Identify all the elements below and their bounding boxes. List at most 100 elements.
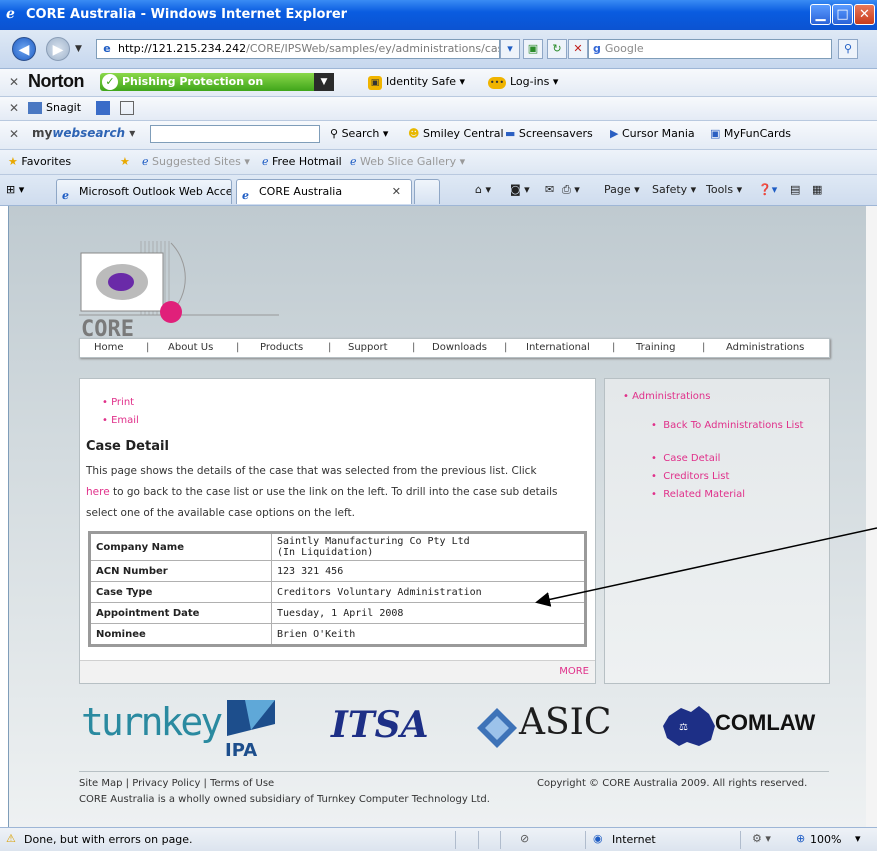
favorites-button[interactable]: ★ Favorites bbox=[8, 155, 71, 168]
url-dropdown-icon[interactable]: ▾ bbox=[500, 39, 520, 59]
protected-mode-icon[interactable]: ⚙ ▾ bbox=[752, 832, 771, 845]
close-toolbar-icon[interactable]: ✕ bbox=[9, 75, 19, 89]
maximize-button[interactable]: □ bbox=[832, 4, 853, 25]
menu-downloads[interactable]: Downloads bbox=[432, 339, 487, 357]
sidebar-item-label: Creditors List bbox=[663, 471, 730, 482]
menu-support[interactable]: Support bbox=[348, 339, 388, 357]
myfuncards-link[interactable]: ▣ MyFunCards bbox=[710, 127, 791, 140]
snagit-capture-icon[interactable] bbox=[96, 101, 110, 115]
asic-logo[interactable]: ASIC bbox=[519, 702, 611, 743]
logins-button[interactable]: ••• Log-ins ▾ bbox=[488, 75, 558, 89]
zoom-icon[interactable]: ⊕ bbox=[796, 832, 805, 845]
menu-international[interactable]: International bbox=[526, 339, 590, 357]
more-link[interactable]: MORE bbox=[559, 666, 589, 677]
menu-products[interactable]: Products bbox=[260, 339, 303, 357]
search-input[interactable]: g Google bbox=[588, 39, 832, 59]
menu-training[interactable]: Training bbox=[636, 339, 675, 357]
help-icon[interactable]: ❓▾ bbox=[758, 183, 777, 196]
history-dropdown-icon[interactable]: ▼ bbox=[75, 44, 82, 54]
turnkey-logo[interactable]: turnkey bbox=[81, 700, 223, 744]
mywebsearch-logo[interactable]: mywebsearch ▾ bbox=[32, 126, 135, 140]
url-input[interactable]: e http://121.215.234.242/CORE/IPSWeb/samp… bbox=[96, 39, 500, 59]
privacy-icon[interactable]: ⊘ bbox=[520, 832, 529, 845]
back-button[interactable]: ◀ bbox=[12, 37, 36, 61]
mail-button[interactable]: ✉ bbox=[545, 183, 554, 196]
snagit-window-icon[interactable] bbox=[120, 101, 134, 115]
check-icon: ✓ bbox=[102, 74, 118, 90]
description-text-2: to go back to the case list or use the l… bbox=[86, 486, 558, 519]
new-tab-button[interactable] bbox=[414, 179, 440, 204]
nominee-label: Nominee bbox=[89, 623, 272, 646]
page-menu[interactable]: Page ▾ bbox=[604, 183, 640, 196]
smiley-central-link[interactable]: ☻ Smiley Central bbox=[408, 127, 504, 140]
star-icon: ★ bbox=[8, 155, 18, 168]
search-placeholder: Google bbox=[604, 42, 644, 55]
search-go-icon[interactable]: ⚲ bbox=[838, 39, 858, 59]
zoom-level[interactable]: 100% bbox=[810, 833, 841, 846]
stop-icon[interactable]: ✕ bbox=[568, 39, 588, 59]
feeds-button[interactable]: ◙ ▾ bbox=[510, 183, 530, 196]
tools-menu[interactable]: Tools ▾ bbox=[706, 183, 742, 196]
warning-icon[interactable]: ⚠ bbox=[6, 832, 16, 845]
close-toolbar-icon[interactable]: ✕ bbox=[9, 127, 19, 141]
itsa-logo[interactable]: ITSA bbox=[331, 704, 429, 746]
onenote-icon[interactable]: ▦ bbox=[812, 183, 822, 196]
sidebar-item-case-detail[interactable]: • Case Detail bbox=[651, 453, 720, 464]
footer-links[interactable]: Site Map | Privacy Policy | Terms of Use bbox=[79, 778, 274, 789]
add-favorite-icon[interactable]: ★ bbox=[120, 155, 130, 168]
sidebar-item-creditors[interactable]: • Creditors List bbox=[651, 471, 729, 482]
screensavers-link[interactable]: ▬ Screensavers bbox=[505, 127, 593, 140]
ipa-logo[interactable]: IPA bbox=[225, 740, 257, 761]
snagit-button[interactable]: Snagit bbox=[28, 101, 81, 114]
mywebsearch-input[interactable] bbox=[150, 125, 320, 143]
smiley-label: Smiley Central bbox=[422, 127, 504, 140]
home-button[interactable]: ⌂ ▾ bbox=[475, 183, 491, 196]
safety-menu[interactable]: Safety ▾ bbox=[652, 183, 696, 196]
company-name-line-2: (In Liquidation) bbox=[277, 547, 374, 558]
forward-button[interactable]: ▶ bbox=[46, 37, 70, 61]
status-divider bbox=[740, 831, 741, 849]
close-toolbar-icon[interactable]: ✕ bbox=[9, 101, 19, 115]
web-slice-gallery-link[interactable]: ℯ Web Slice Gallery ▾ bbox=[350, 155, 465, 168]
vertical-scrollbar[interactable] bbox=[866, 206, 877, 827]
zoom-dropdown-icon[interactable]: ▾ bbox=[855, 832, 861, 845]
minimize-button[interactable]: ▁ bbox=[810, 4, 831, 25]
sidebar-item-related[interactable]: • Related Material bbox=[651, 489, 745, 500]
close-tab-icon[interactable]: ✕ bbox=[392, 180, 401, 203]
email-link[interactable]: • Email bbox=[102, 415, 139, 426]
here-link[interactable]: here bbox=[86, 486, 110, 498]
title-bar: ℯ CORE Australia - Windows Internet Expl… bbox=[0, 0, 877, 30]
compatibility-icon[interactable]: ▣ bbox=[523, 39, 543, 59]
phishing-protection-button[interactable]: ✓ Phishing Protection on ▼ bbox=[100, 73, 334, 91]
menu-about-us[interactable]: About Us bbox=[168, 339, 213, 357]
cursor-mania-link[interactable]: ▶ Cursor Mania bbox=[610, 127, 695, 140]
suggested-sites-link[interactable]: ℯ Suggested Sites ▾ bbox=[142, 155, 250, 168]
menu-home[interactable]: Home bbox=[94, 339, 124, 357]
tab-outlook[interactable]: ℯ Microsoft Outlook Web Access bbox=[56, 179, 232, 204]
free-hotmail-link[interactable]: ℯ Free Hotmail bbox=[262, 155, 342, 168]
hotmail-label: Free Hotmail bbox=[272, 155, 342, 168]
identity-safe-button[interactable]: ▣ Identity Safe ▾ bbox=[368, 75, 465, 90]
snagit-icon bbox=[28, 102, 42, 114]
quick-tabs-icon[interactable]: ⊞ ▾ bbox=[6, 183, 24, 196]
research-icon[interactable]: ▤ bbox=[790, 183, 800, 196]
print-link[interactable]: • Print bbox=[102, 397, 134, 408]
snagit-label: Snagit bbox=[46, 101, 82, 114]
address-bar: ◀ ▶ ▼ e http://121.215.234.242/CORE/IPSWe… bbox=[0, 30, 877, 69]
table-row: ACN Number 123 321 456 bbox=[89, 560, 586, 582]
nominee-value: Brien O'Keith bbox=[271, 623, 586, 646]
ie-page-icon: ℯ bbox=[350, 155, 357, 168]
tab-label: Microsoft Outlook Web Access bbox=[79, 185, 232, 198]
comlaw-logo[interactable]: COMLAW bbox=[715, 710, 815, 736]
print-button[interactable]: ⎙ ▾ bbox=[562, 183, 580, 197]
tab-core-australia[interactable]: ℯ CORE Australia ✕ bbox=[236, 179, 412, 204]
sidebar-heading-label: Administrations bbox=[632, 391, 711, 402]
mywebsearch-search-button[interactable]: ⚲ Search ▾ bbox=[330, 127, 388, 140]
lock-icon: ▣ bbox=[368, 76, 382, 90]
sidebar-heading-link[interactable]: • Administrations bbox=[623, 391, 710, 402]
close-button[interactable]: ✕ bbox=[854, 4, 875, 25]
menu-administrations[interactable]: Administrations bbox=[726, 339, 804, 357]
refresh-icon[interactable]: ↻ bbox=[547, 39, 567, 59]
chevron-down-icon[interactable]: ▼ bbox=[314, 73, 334, 91]
sidebar-item-back[interactable]: • Back To Administrations List bbox=[651, 417, 811, 435]
